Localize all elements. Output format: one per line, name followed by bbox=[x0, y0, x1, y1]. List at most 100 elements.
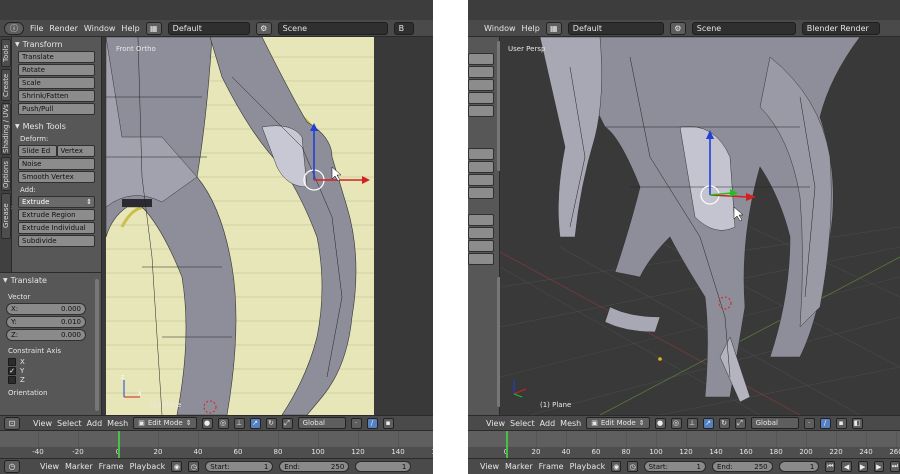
translate-manipulator-icon[interactable]: ↗ bbox=[249, 417, 261, 429]
shelf-button-partial[interactable] bbox=[468, 174, 494, 186]
face-select-icon[interactable]: ▪ bbox=[382, 417, 394, 429]
edge-select-icon[interactable]: / bbox=[366, 417, 378, 429]
vector-y-field[interactable]: Y: 0.010 bbox=[6, 316, 86, 328]
tab-shading-uvs[interactable]: Shading / UVs bbox=[1, 103, 11, 155]
timeline[interactable]: -40-200204060801001201401601802002202402… bbox=[0, 430, 433, 459]
keying-icon[interactable]: ◉ bbox=[611, 461, 622, 472]
vector-z-field[interactable]: Z: 0.000 bbox=[6, 329, 86, 341]
menu-help[interactable]: Help bbox=[121, 24, 139, 33]
end-frame-field[interactable]: End: 250 bbox=[279, 461, 350, 472]
shelf-button-partial[interactable] bbox=[468, 240, 494, 252]
menu-window[interactable]: Window bbox=[484, 24, 516, 33]
timeline-playhead[interactable] bbox=[118, 431, 120, 459]
rotate-manipulator-icon[interactable]: ↻ bbox=[718, 417, 730, 429]
play-icon[interactable]: ▶ bbox=[857, 461, 868, 472]
next-keyframe-icon[interactable]: ▶ bbox=[873, 461, 884, 472]
preview-range-icon[interactable]: ◷ bbox=[188, 461, 200, 472]
scale-manipulator-icon[interactable]: ⤢ bbox=[734, 417, 746, 429]
vector-x-field[interactable]: X: 0.000 bbox=[6, 303, 86, 315]
menu-view[interactable]: View bbox=[480, 462, 499, 471]
translate-operator-header[interactable]: ▼ Translate bbox=[0, 273, 101, 287]
scale-manipulator-icon[interactable]: ⤢ bbox=[281, 417, 293, 429]
transform-orientation-dropdown[interactable]: Global bbox=[297, 417, 346, 429]
menu-playback[interactable]: Playback bbox=[570, 462, 606, 471]
menu-view[interactable]: View bbox=[486, 419, 505, 428]
scene-icon[interactable]: ⚙ bbox=[669, 21, 686, 35]
shading-solid-icon[interactable]: ● bbox=[201, 417, 213, 429]
tab-options[interactable]: Options bbox=[1, 157, 11, 191]
scene-field[interactable]: Scene bbox=[277, 21, 388, 35]
screen-layout-field[interactable]: Default bbox=[167, 21, 250, 35]
menu-marker[interactable]: Marker bbox=[65, 462, 93, 471]
operator-panel-scrollbar[interactable] bbox=[95, 279, 99, 411]
scene-icon[interactable]: ⚙ bbox=[255, 21, 272, 35]
menu-select[interactable]: Select bbox=[57, 419, 82, 428]
mesh-tools-panel-header[interactable]: ▼ Mesh Tools bbox=[12, 119, 101, 133]
menu-add[interactable]: Add bbox=[87, 419, 103, 428]
scale-button[interactable]: Scale bbox=[18, 77, 95, 89]
prev-keyframe-icon[interactable]: ◀ bbox=[841, 461, 852, 472]
shelf-button-partial[interactable] bbox=[468, 53, 494, 65]
mode-dropdown[interactable]: ▣ Edit Mode ⇕ bbox=[586, 417, 650, 429]
menu-help[interactable]: Help bbox=[522, 24, 540, 33]
scene-field[interactable]: Scene bbox=[691, 21, 796, 35]
vertex-select-icon[interactable]: · bbox=[350, 417, 362, 429]
push-pull-button[interactable]: Push/Pull bbox=[18, 103, 95, 115]
manipulator-toggle-icon[interactable]: ⊥ bbox=[686, 417, 698, 429]
screen-layout-icon[interactable]: ▦ bbox=[545, 21, 562, 35]
menu-window[interactable]: Window bbox=[84, 24, 116, 33]
menu-view[interactable]: View bbox=[33, 419, 52, 428]
constraint-x-checkbox[interactable]: X bbox=[8, 358, 93, 366]
shelf-button-partial[interactable] bbox=[468, 253, 494, 265]
edge-select-icon[interactable]: / bbox=[819, 417, 831, 429]
menu-add[interactable]: Add bbox=[540, 419, 556, 428]
noise-button[interactable]: Noise bbox=[18, 158, 95, 170]
menu-select[interactable]: Select bbox=[510, 419, 535, 428]
editor-type-icon[interactable]: ◷ bbox=[4, 460, 20, 473]
shading-solid-icon[interactable]: ● bbox=[654, 417, 666, 429]
pivot-point-icon[interactable]: ◎ bbox=[217, 417, 229, 429]
transform-orientation-dropdown[interactable]: Global bbox=[750, 417, 799, 429]
render-engine-field-partial[interactable]: B bbox=[393, 21, 414, 35]
preview-range-icon[interactable]: ◷ bbox=[627, 461, 638, 472]
rotate-button[interactable]: Rotate bbox=[18, 64, 95, 76]
translate-button[interactable]: Translate bbox=[18, 51, 95, 63]
shelf-button-partial[interactable] bbox=[468, 214, 494, 226]
extrude-dropdown[interactable]: Extrude ⇕ bbox=[18, 196, 95, 208]
tab-create[interactable]: Create bbox=[1, 69, 11, 101]
3d-viewport-perspective[interactable]: User Persp (1) Plane bbox=[500, 37, 900, 415]
pivot-point-icon[interactable]: ◎ bbox=[670, 417, 682, 429]
start-frame-field[interactable]: Start: 1 bbox=[205, 461, 274, 472]
manipulator-toggle-icon[interactable]: ⊥ bbox=[233, 417, 245, 429]
shelf-button-partial[interactable] bbox=[468, 92, 494, 104]
transform-panel-header[interactable]: ▼ Transform bbox=[12, 37, 101, 51]
menu-marker[interactable]: Marker bbox=[505, 462, 533, 471]
start-frame-field[interactable]: Start: 1 bbox=[643, 461, 706, 472]
timeline-playhead[interactable] bbox=[506, 431, 508, 459]
face-select-icon[interactable]: ▪ bbox=[835, 417, 847, 429]
menu-view[interactable]: View bbox=[40, 462, 59, 471]
extrude-region-button[interactable]: Extrude Region bbox=[18, 209, 95, 221]
extrude-individual-button[interactable]: Extrude Individual bbox=[18, 222, 95, 234]
shelf-button-partial[interactable] bbox=[468, 161, 494, 173]
jump-start-icon[interactable]: ⏮ bbox=[825, 461, 836, 472]
menu-frame[interactable]: Frame bbox=[99, 462, 124, 471]
shelf-button-partial[interactable] bbox=[468, 148, 494, 160]
rotate-manipulator-icon[interactable]: ↻ bbox=[265, 417, 277, 429]
tab-grease-pencil[interactable]: Grease Pencil bbox=[1, 193, 19, 239]
current-frame-field[interactable]: 1 bbox=[355, 461, 412, 472]
shelf-button-partial[interactable] bbox=[468, 66, 494, 78]
shelf-button-partial[interactable] bbox=[468, 105, 494, 117]
constraint-y-checkbox[interactable]: ✓ Y bbox=[8, 367, 93, 375]
smooth-vertex-button[interactable]: Smooth Vertex bbox=[18, 171, 95, 183]
shelf-button-partial[interactable] bbox=[468, 79, 494, 91]
screen-layout-icon[interactable]: ▦ bbox=[145, 21, 162, 35]
mode-dropdown[interactable]: ▣ Edit Mode ⇕ bbox=[133, 417, 197, 429]
menu-file[interactable]: File bbox=[30, 24, 43, 33]
menu-render[interactable]: Render bbox=[49, 24, 77, 33]
timeline[interactable]: 020406080100120140160180200220240260 bbox=[468, 430, 900, 459]
screen-layout-field[interactable]: Default bbox=[567, 21, 664, 35]
jump-end-icon[interactable]: ⏭ bbox=[889, 461, 900, 472]
menu-frame[interactable]: Frame bbox=[539, 462, 564, 471]
constraint-z-checkbox[interactable]: Z bbox=[8, 376, 93, 384]
